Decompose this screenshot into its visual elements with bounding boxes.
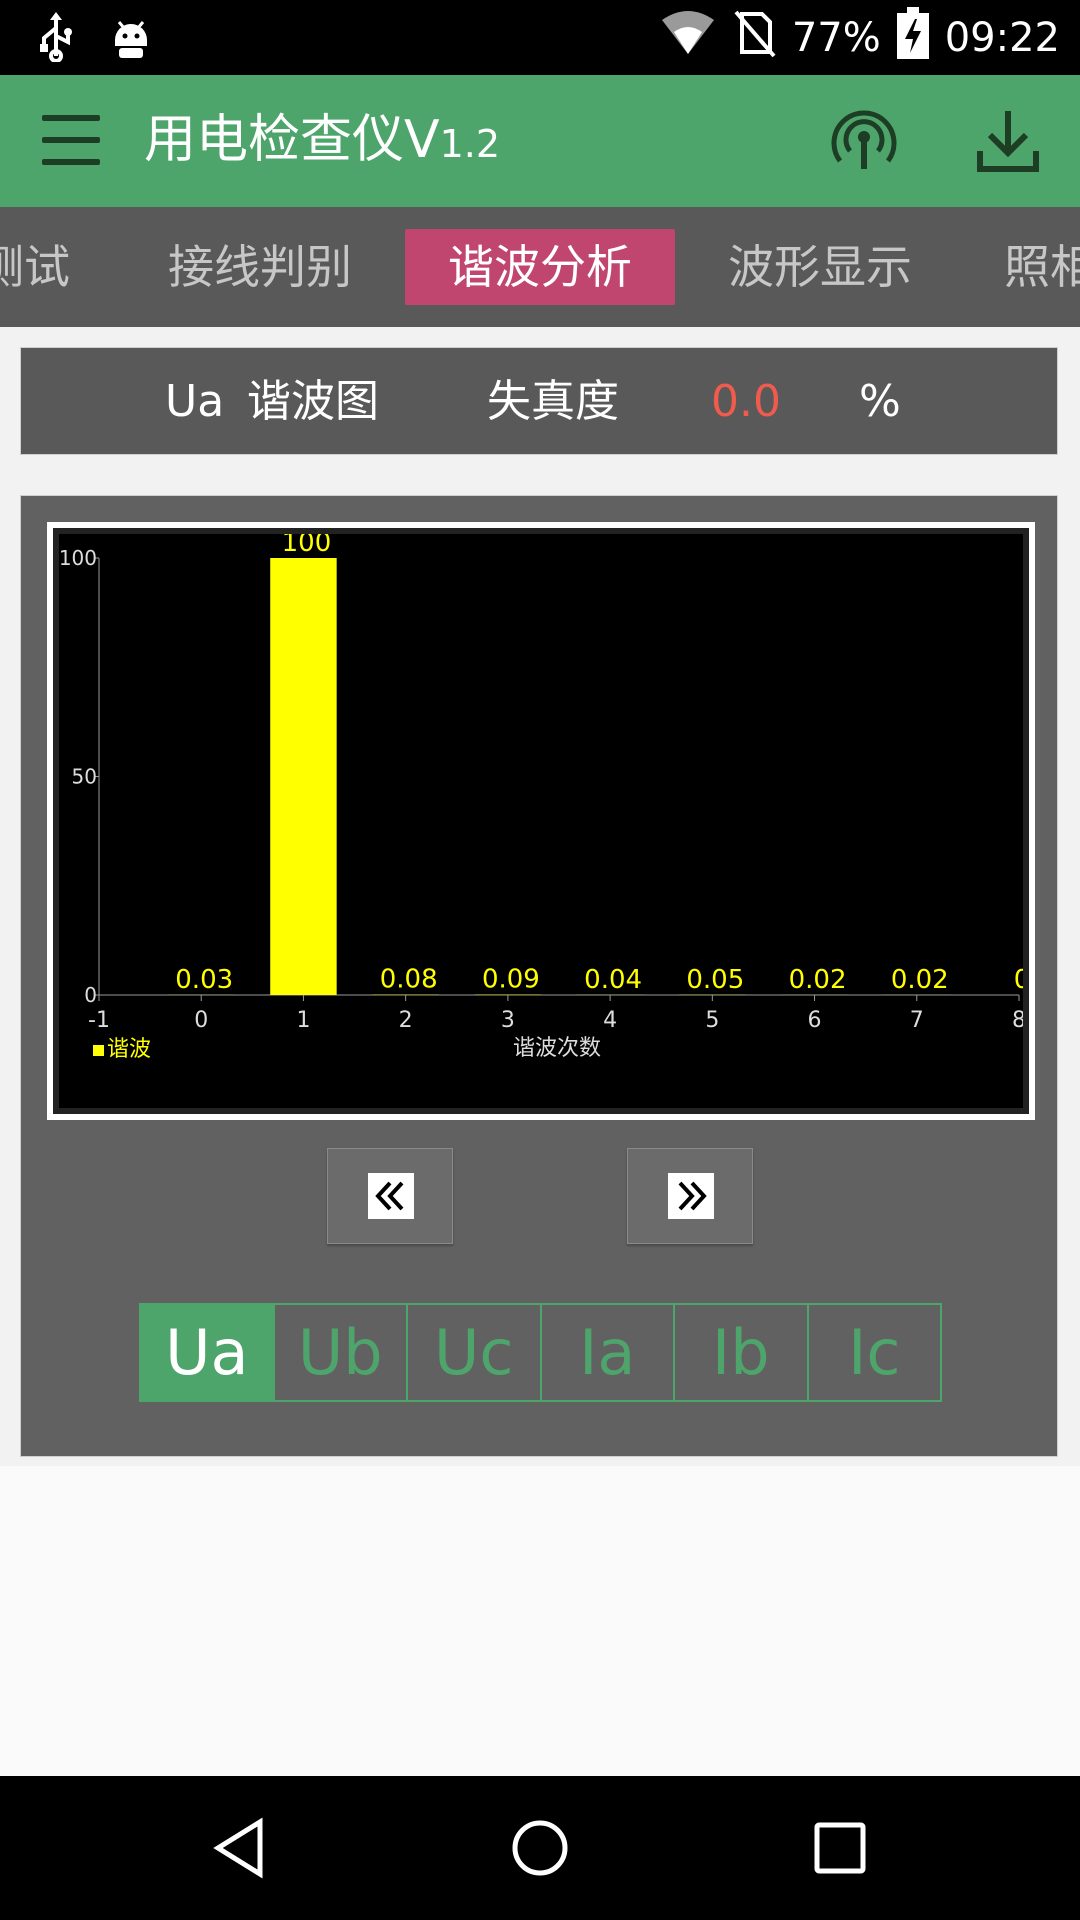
recents-icon[interactable] [804, 1812, 876, 1884]
app-title: 用电检查仪V1.2 [144, 105, 500, 179]
harmonic-bar-chart: 050100-1 0 1 2 3 4 5 6 7 80.031000.08 0.09 0.04 0.05… [59, 534, 1023, 1108]
prev-page-button[interactable] [327, 1148, 453, 1244]
tab-bar: 测试 接线判别 谐波分析 波形显示 照相 [0, 207, 1080, 327]
y-tick-label: 100 [59, 546, 97, 570]
bar-value-label: 0.09 [482, 965, 540, 995]
bar [270, 558, 337, 995]
app-bar: 用电检查仪V1.2 [0, 75, 1080, 207]
x-tick-label: 6 [808, 1008, 822, 1033]
x-tick-label: 5 [705, 1008, 719, 1033]
x-tick-label: 7 [910, 1008, 924, 1033]
chart-frame: 0 50 100 -1 0 1 2 3 4 5 6 7 8 0.03 100 0.08 0.09 0.04 0.05… [47, 522, 1035, 1120]
bar-value-label: 0.03 [175, 965, 233, 995]
tab-camera[interactable]: 照相 [980, 229, 1080, 305]
x-tick-label: 2 [399, 1008, 413, 1033]
empty-area [0, 1466, 1080, 1776]
bar-value-label: 0.08 [380, 965, 438, 995]
thd-label: 失真度 [487, 376, 619, 427]
app-version-prefix: V [404, 110, 440, 170]
bar-value-label: 0.04 [584, 965, 642, 995]
clock: 09:22 [944, 14, 1060, 61]
wifi-icon [660, 10, 716, 66]
app-title-text: 用电检查仪 [144, 110, 405, 170]
chart-panel: 0 50 100 -1 0 1 2 3 4 5 6 7 8 0.03 100 0.08 0.09 0.04 0.05… [20, 495, 1058, 1457]
channel-ia[interactable]: Ia [539, 1305, 674, 1400]
menu-icon[interactable] [36, 111, 108, 171]
bar-value-label: 0.02 [891, 965, 949, 995]
bar-value-label: 0.02 [789, 965, 847, 995]
x-tick-label: -1 [88, 1008, 110, 1033]
no-sim-icon [732, 8, 776, 68]
x-tick-label: 4 [603, 1008, 617, 1033]
battery-charging-icon [896, 6, 929, 69]
download-icon[interactable] [972, 105, 1044, 177]
double-chevron-right-icon [668, 1173, 714, 1219]
x-tick-label: 8 [1012, 1008, 1023, 1033]
y-tick-label: 50 [72, 765, 97, 789]
channel-ub[interactable]: Ub [272, 1305, 407, 1400]
channel-uc[interactable]: Uc [406, 1305, 540, 1400]
thd-unit: % [859, 376, 901, 427]
x-tick-label: 0 [194, 1008, 208, 1033]
bar-value-label: 0.05 [686, 965, 744, 995]
channel-ua[interactable]: Ua [141, 1305, 273, 1400]
tab-harmonic-analysis[interactable]: 谐波分析 [405, 229, 675, 305]
android-debug-icon [110, 12, 152, 66]
thd-value: 0.0 [711, 376, 781, 427]
tab-test[interactable]: 测试 [0, 229, 94, 305]
next-page-button[interactable] [627, 1148, 753, 1244]
app-version-number: 1.2 [439, 122, 501, 166]
battery-percent: 77% [791, 14, 881, 61]
chart-area: 0 50 100 -1 0 1 2 3 4 5 6 7 8 0.03 100 0.08 0.09 0.04 0.05… [53, 528, 1029, 1114]
tab-wiring-check[interactable]: 接线判别 [150, 229, 370, 305]
x-tick-label: 1 [296, 1008, 310, 1033]
home-icon[interactable] [504, 1812, 576, 1884]
harmonic-header: Ua 谐波图 失真度 0.0 % [20, 347, 1058, 455]
chart-name: 谐波图 [247, 376, 379, 427]
double-chevron-left-icon [368, 1173, 414, 1219]
back-icon[interactable] [204, 1812, 276, 1884]
channel-selector: Ua Ub Uc Ia Ib Ic [139, 1303, 942, 1402]
x-tick-label: 3 [501, 1008, 515, 1033]
x-axis-title: 谐波次数 [513, 1036, 601, 1061]
channel-ib[interactable]: Ib [673, 1305, 807, 1400]
channel-label: Ua [165, 376, 225, 427]
legend-swatch [93, 1045, 104, 1056]
tab-waveform[interactable]: 波形显示 [710, 229, 930, 305]
channel-ic[interactable]: Ic [806, 1305, 941, 1400]
usb-icon [36, 12, 76, 66]
bar-value-label: 0 [1014, 965, 1023, 995]
y-tick-label: 0 [84, 983, 97, 1007]
system-nav-bar [0, 1776, 1080, 1920]
status-bar: 77% 09:22 [0, 0, 1080, 75]
bar-value-label: 100 [282, 534, 332, 558]
antenna-icon[interactable] [828, 105, 900, 177]
legend-label: 谐波 [107, 1037, 151, 1062]
